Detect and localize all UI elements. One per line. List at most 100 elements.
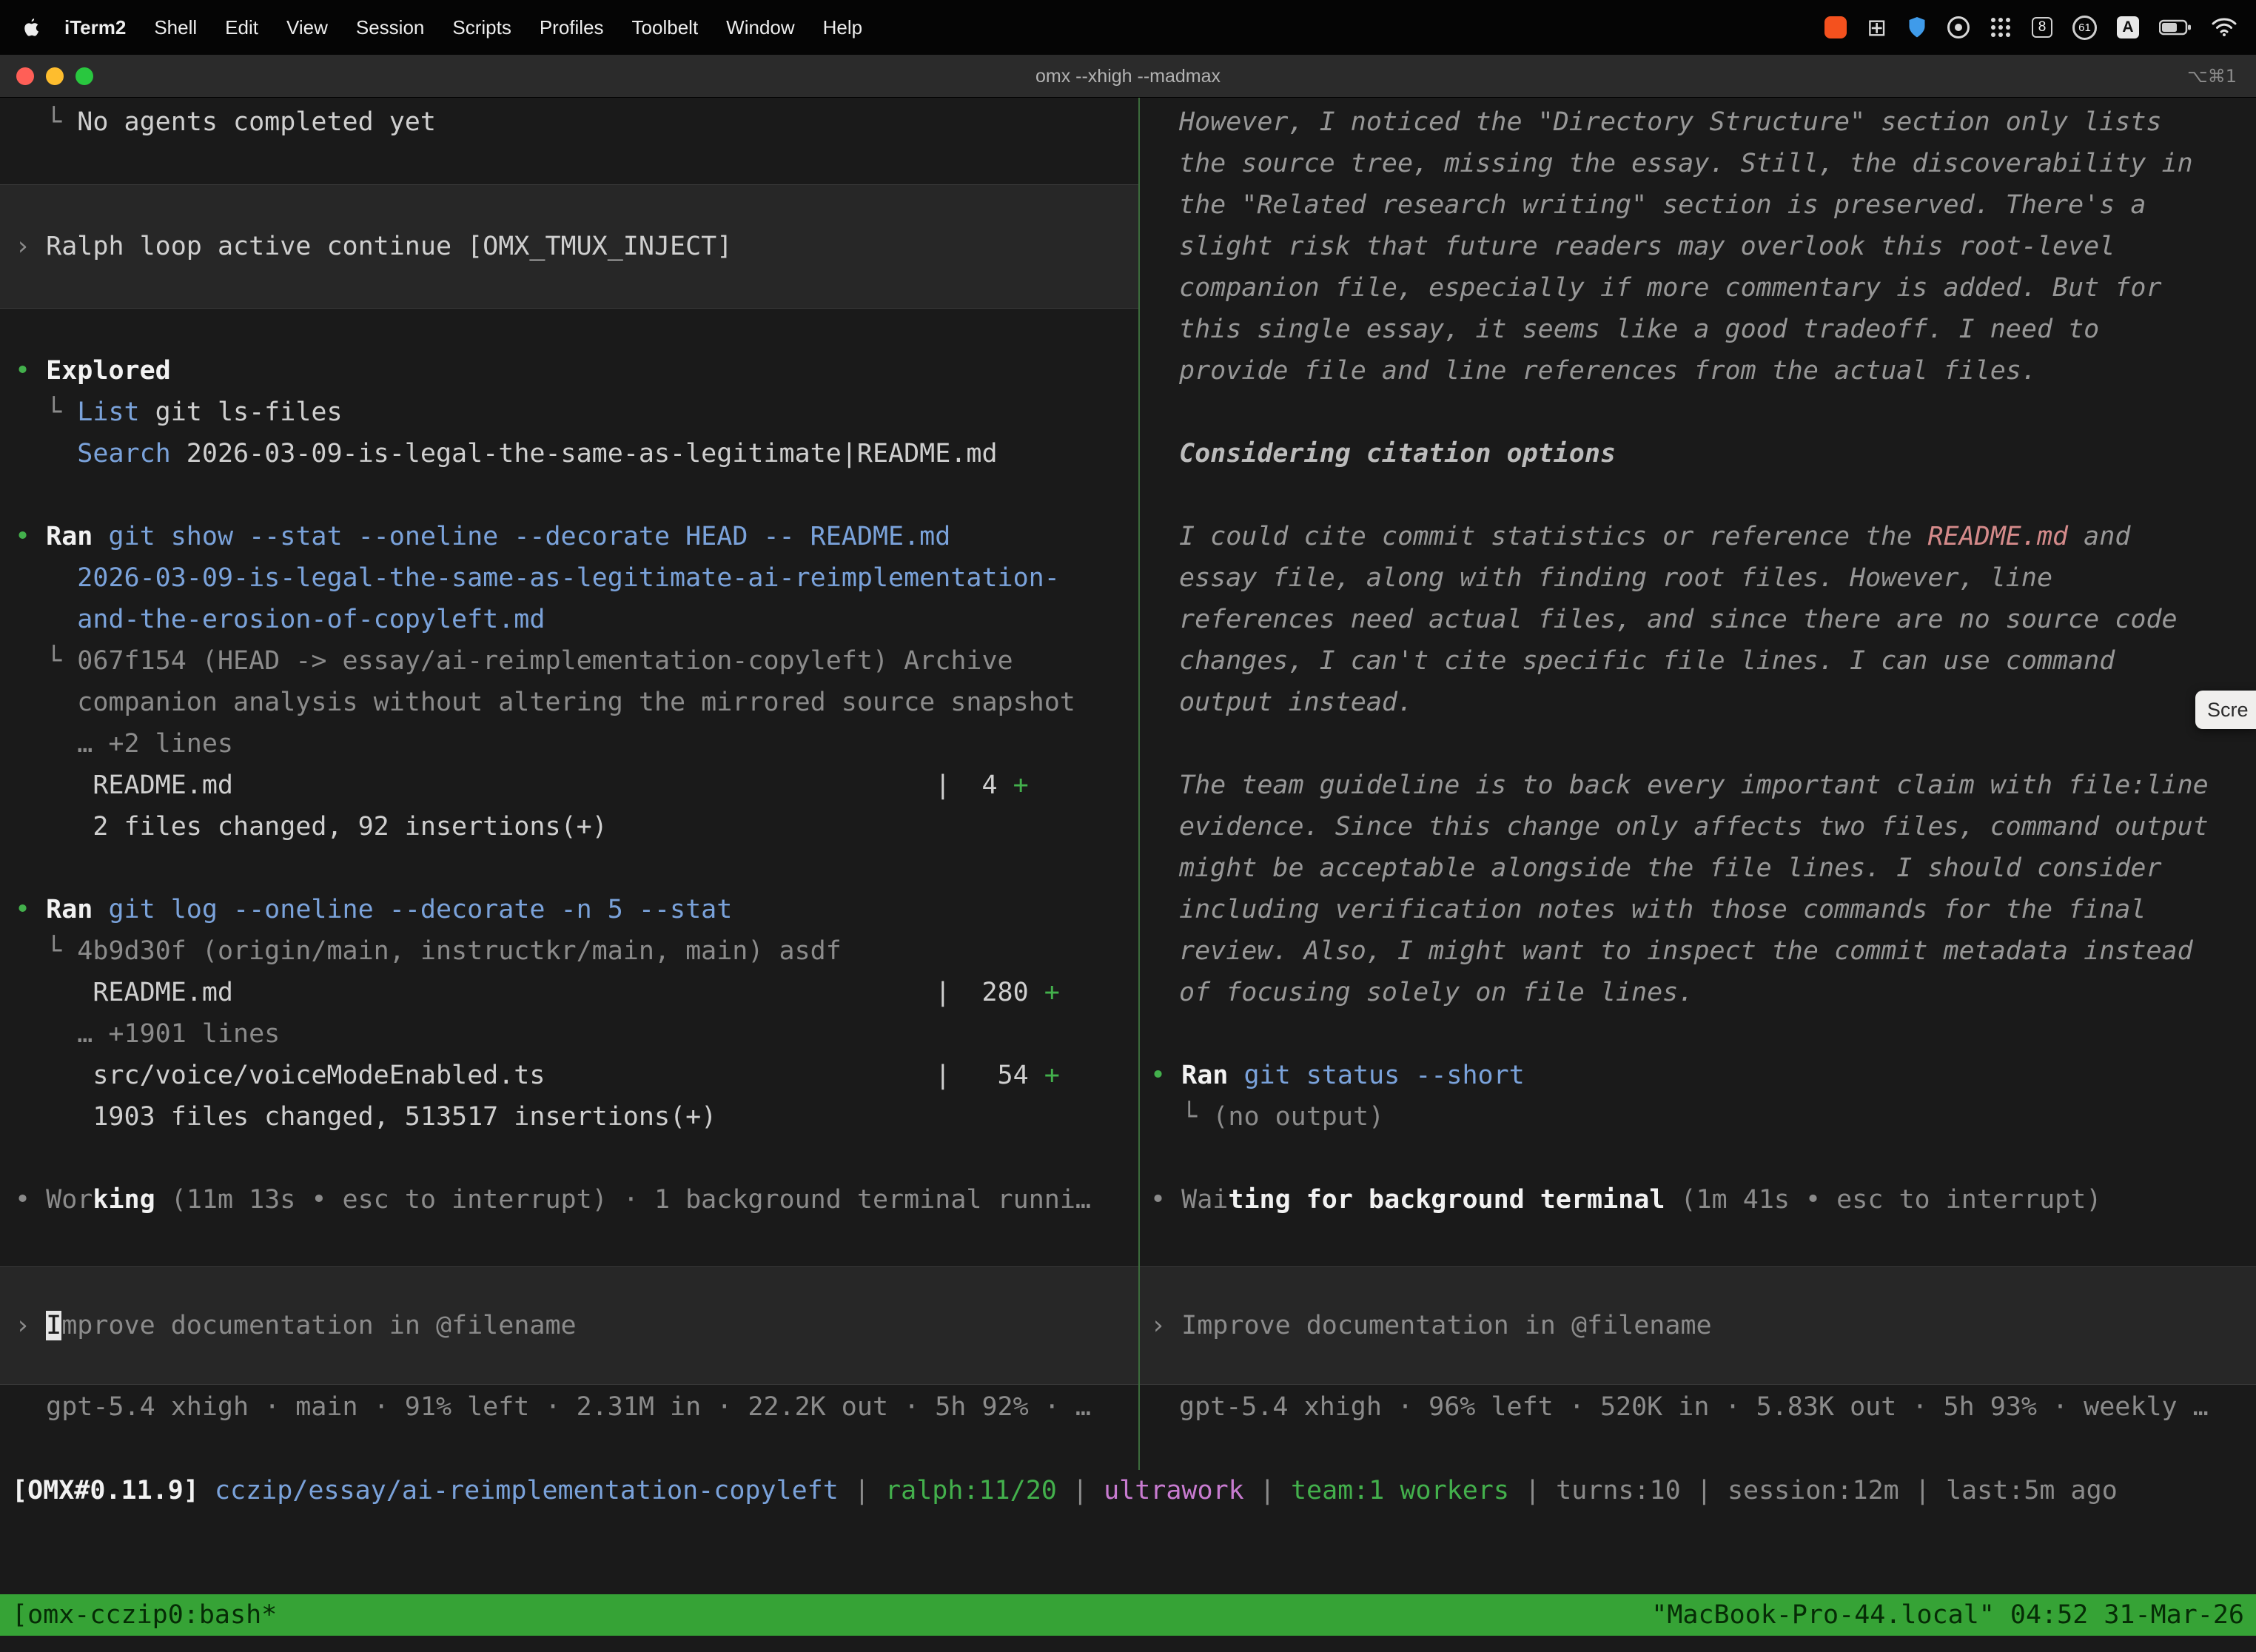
text-segment: 2 files changed, 92 insertions(+) xyxy=(15,812,608,842)
text-segment: ting for background terminal xyxy=(1228,1185,1665,1215)
terminal-line xyxy=(1140,474,2256,516)
dots-grid-icon[interactable] xyxy=(1990,16,2012,38)
menu-window[interactable]: Window xyxy=(712,16,808,38)
text-segment: git log --oneline --decorate -n 5 --stat xyxy=(108,895,732,924)
text-segment: | xyxy=(1244,1476,1291,1505)
terminal-line: the "Related research writing" section i… xyxy=(1140,184,2256,226)
minimize-button[interactable] xyxy=(46,67,64,85)
keycap-8-icon[interactable]: 8 xyxy=(2032,17,2052,38)
terminal[interactable]: └ No agents completed yet › Ralph loop ac… xyxy=(0,98,2256,1652)
terminal-line: › Improve documentation in @filename xyxy=(1140,1305,1712,1346)
screen-record-icon[interactable] xyxy=(1824,16,1847,38)
text-segment: I xyxy=(46,1311,61,1340)
left-pane[interactable]: └ No agents completed yet › Ralph loop ac… xyxy=(0,98,1138,1470)
menu-scripts[interactable]: Scripts xyxy=(438,16,525,38)
apple-menu[interactable] xyxy=(15,17,50,38)
screen-share-popover[interactable]: Scre xyxy=(2195,691,2256,729)
menu-shell[interactable]: Shell xyxy=(140,16,211,38)
terminal-line: Search 2026-03-09-is-legal-the-same-as-l… xyxy=(0,433,1138,474)
text-segment xyxy=(233,978,935,1007)
circle-app-icon[interactable] xyxy=(1947,16,1970,38)
text-segment: | xyxy=(1681,1476,1728,1505)
terminal-line xyxy=(0,143,1138,184)
status-line: gpt-5.4 xhigh · main · 91% left · 2.31M … xyxy=(0,1386,1138,1428)
text-segment: gpt-5.4 xhigh · main · 91% left · 2.31M … xyxy=(15,1392,1091,1422)
text-segment xyxy=(545,1061,935,1090)
text-segment xyxy=(1228,1061,1243,1090)
terminal-line: essay file, along with finding root file… xyxy=(1140,557,2256,599)
text-segment: + xyxy=(1044,978,1060,1007)
menu-profiles[interactable]: Profiles xyxy=(526,16,618,38)
text-segment: Considering citation options xyxy=(1179,439,1616,469)
text-segment: └ xyxy=(15,646,77,676)
text-segment: src/voice/voiceModeEnabled.ts xyxy=(15,1061,545,1090)
composer-input[interactable]: › Improve documentation in @filename xyxy=(0,1266,1138,1385)
window-titlebar[interactable]: omx --xhigh --madmax ⌥⌘1 xyxy=(0,55,2256,98)
text-segment: Explored xyxy=(46,356,171,386)
text-segment: The team guideline is to back every impo… xyxy=(1179,770,2209,800)
omx-status-bar: [OMX#0.11.9] cczip/essay/ai-reimplementa… xyxy=(0,1470,2256,1511)
text-segment: (1m 41s • esc to interrupt) xyxy=(1665,1185,2101,1215)
terminal-line: evidence. Since this change only affects… xyxy=(1140,806,2256,847)
text-segment: Ran xyxy=(46,895,93,924)
text-segment: git ls-files xyxy=(140,397,343,427)
menu-iterm2[interactable]: iTerm2 xyxy=(50,16,140,38)
input-source-icon[interactable]: A xyxy=(2117,16,2139,38)
text-segment: | 280 xyxy=(935,978,1044,1007)
text-segment xyxy=(93,522,108,551)
terminal-line: changes, I can't cite specific file line… xyxy=(1140,640,2256,682)
menu-list: iTerm2ShellEditViewSessionScriptsProfile… xyxy=(15,16,876,39)
menu-toolbelt[interactable]: Toolbelt xyxy=(618,16,713,38)
terminal-line: the source tree, missing the essay. Stil… xyxy=(1140,143,2256,184)
text-segment: Ran xyxy=(1181,1061,1228,1090)
wifi-icon[interactable] xyxy=(2212,18,2237,37)
composer-input[interactable]: › Improve documentation in @filename xyxy=(1140,1266,2256,1385)
terminal-line: › Ralph loop active continue [OMX_TMUX_I… xyxy=(0,226,732,267)
text-segment: king xyxy=(93,1185,155,1215)
terminal-line xyxy=(1140,723,2256,765)
gauge-icon[interactable]: 61 xyxy=(2072,16,2097,40)
terminal-line xyxy=(0,847,1138,889)
terminal-line: of focusing solely on file lines. xyxy=(1140,972,2256,1013)
text-segment: last:5m ago xyxy=(1946,1476,2118,1505)
terminal-line: The team guideline is to back every impo… xyxy=(1140,765,2256,806)
text-segment: README.md xyxy=(15,978,233,1007)
zoom-button[interactable] xyxy=(75,67,93,85)
text-segment: README.md xyxy=(1927,522,2068,551)
shield-icon[interactable] xyxy=(1907,16,1927,39)
text-segment: | xyxy=(839,1476,885,1505)
terminal-line xyxy=(1140,392,2256,433)
menu-help[interactable]: Help xyxy=(809,16,876,38)
terminal-line: └ No agents completed yet xyxy=(0,101,1138,143)
text-segment: • xyxy=(15,895,46,924)
text-segment: ralph:11/20 xyxy=(885,1476,1057,1505)
text-segment xyxy=(199,1476,215,1505)
text-segment: turns:10 xyxy=(1556,1476,1681,1505)
menu-bar: iTerm2ShellEditViewSessionScriptsProfile… xyxy=(0,0,2256,55)
close-button[interactable] xyxy=(16,67,34,85)
text-segment: 1903 files changed, 513517 insertions(+) xyxy=(15,1102,716,1132)
menu-session[interactable]: Session xyxy=(342,16,439,38)
text-segment: List xyxy=(77,397,139,427)
terminal-line: • Ran git show --stat --oneline --decora… xyxy=(0,516,1138,557)
text-segment: (no output) xyxy=(1212,1102,1384,1132)
menu-view[interactable]: View xyxy=(272,16,342,38)
text-segment: of focusing solely on file lines. xyxy=(1179,978,1693,1007)
apple-icon xyxy=(22,17,40,38)
text-segment: └ xyxy=(15,397,77,427)
text-segment: └ xyxy=(1150,1102,1212,1132)
menu-edit[interactable]: Edit xyxy=(211,16,272,38)
right-pane[interactable]: However, I noticed the "Directory Struct… xyxy=(1140,98,2256,1470)
battery-icon[interactable] xyxy=(2159,19,2192,36)
text-segment xyxy=(93,895,108,924)
text-segment: I could cite commit statistics or refere… xyxy=(1179,522,1927,551)
text-segment: might be acceptable alongside the file l… xyxy=(1179,853,2162,883)
terminal-line: I could cite commit statistics or refere… xyxy=(1140,516,2256,557)
terminal-line: └ 4b9d30f (origin/main, instructkr/main,… xyxy=(0,930,1138,972)
text-segment: | xyxy=(1899,1476,1946,1505)
text-segment: • xyxy=(15,356,46,386)
text-segment: README.md xyxy=(15,770,233,800)
terminal-line: provide file and line references from th… xyxy=(1140,350,2256,392)
text-segment: … +1901 lines xyxy=(15,1019,280,1049)
window-grid-icon[interactable]: ⊞ xyxy=(1867,13,1887,41)
